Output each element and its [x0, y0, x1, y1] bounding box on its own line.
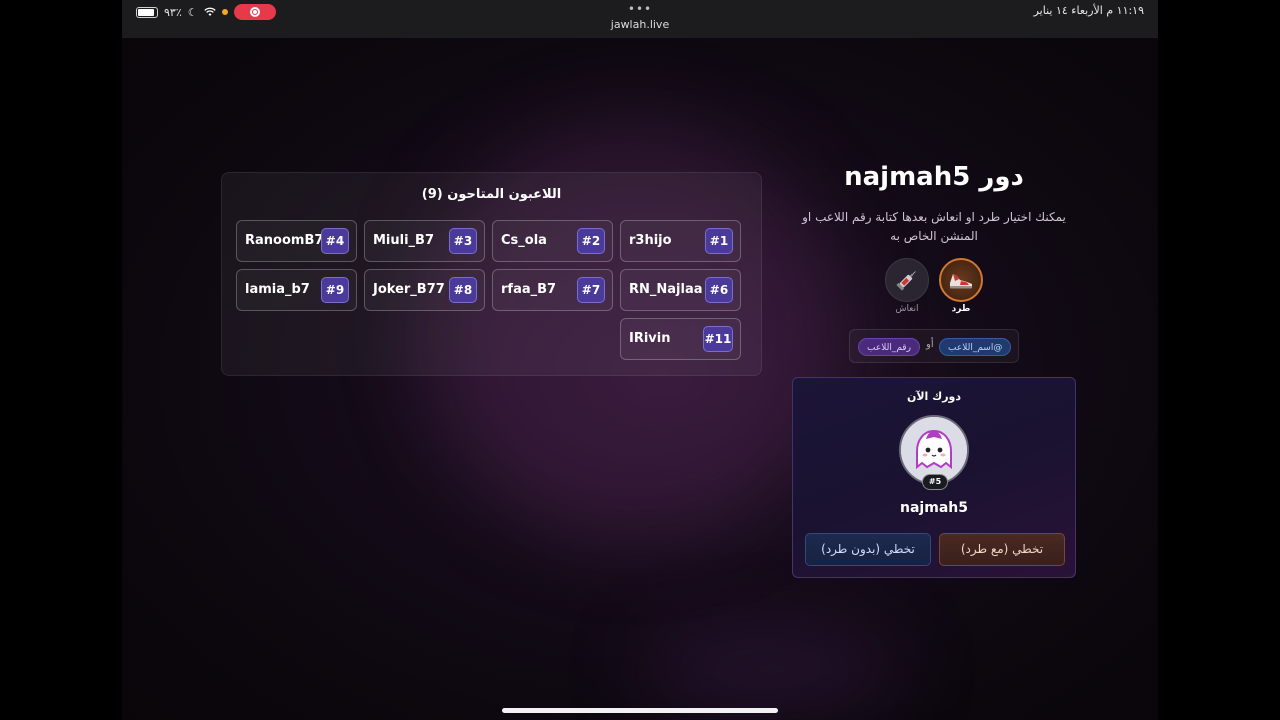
- player-card[interactable]: r3hijo #1: [620, 220, 741, 262]
- player-number-badge: #6: [705, 277, 733, 303]
- players-title: اللاعبون المتاحون (9): [421, 187, 562, 202]
- mention-chip: @اسم_اللاعب: [939, 338, 1012, 356]
- your-turn-title: دورك الآن: [906, 390, 962, 403]
- player-name: Cs_ola: [501, 233, 547, 248]
- turn-instructions: يمكنك اختيار طرد او انعاش بعدها كتابة رق…: [802, 210, 1066, 243]
- player-number-badge: #4: [321, 228, 349, 254]
- player-name: rfaa_B7: [501, 282, 557, 297]
- player-name: RN_Najlaa: [629, 282, 703, 297]
- syringe-icon: [896, 271, 916, 291]
- status-bar: ٩٣٪ ☾ ••• jawlah.live ١١:١٩ م الأربعاء ١…: [122, 0, 1158, 38]
- player-name: Joker_B77: [373, 282, 445, 297]
- player-number-badge: #11: [703, 326, 733, 352]
- player-name: r3hijo: [629, 233, 672, 248]
- player-name: Miuli_B7: [373, 233, 435, 248]
- player-number-badge: #3: [449, 228, 477, 254]
- player-number-badge: #1: [705, 228, 733, 254]
- sneaker-icon: [950, 274, 972, 289]
- datetime: ١١:١٩ م الأربعاء ١٤ يناير: [1033, 4, 1144, 17]
- player-number-badge: #5: [922, 474, 948, 490]
- more-options-icon[interactable]: •••: [122, 3, 1158, 15]
- player-card[interactable]: RN_Najlaa #6: [620, 269, 741, 311]
- player-card[interactable]: Miuli_B7 #3: [364, 220, 485, 262]
- number-chip: رقم_اللاعب: [858, 338, 920, 356]
- input-hint-box: @اسم_اللاعب أو رقم_اللاعب: [849, 329, 1019, 363]
- player-number-badge: #7: [577, 277, 605, 303]
- player-number-badge: #2: [577, 228, 605, 254]
- current-player-name: najmah5: [900, 500, 968, 516]
- player-name: IRivin: [629, 331, 671, 346]
- player-card[interactable]: Cs_ola #2: [492, 220, 613, 262]
- skip-without-kick-button[interactable]: تخطي (بدون طرد): [805, 533, 931, 566]
- current-turn-card: دورك الآن #5 najmah5 تخطي (مع طرد) تخطي …: [792, 377, 1076, 578]
- kick-label: طرد: [951, 304, 971, 314]
- player-card[interactable]: RanoomB7 #4: [236, 220, 357, 262]
- player-card[interactable]: lamia_b7 #9: [236, 269, 357, 311]
- player-name: lamia_b7: [245, 282, 310, 297]
- revive-button[interactable]: [885, 258, 929, 302]
- player-card[interactable]: IRivin #11: [620, 318, 741, 360]
- skip-with-kick-button[interactable]: تخطي (مع طرد): [939, 533, 1065, 566]
- revive-label: انعاش: [895, 304, 919, 314]
- available-players-panel: اللاعبون المتاحون (9) r3hijo #1 Cs_ola #…: [221, 172, 762, 376]
- kick-button[interactable]: [939, 258, 983, 302]
- url-label[interactable]: jawlah.live: [122, 18, 1158, 31]
- turn-title: دور najmah5: [844, 162, 1024, 192]
- player-number-badge: #9: [321, 277, 349, 303]
- or-text: أو: [926, 339, 934, 350]
- player-card[interactable]: rfaa_B7 #7: [492, 269, 613, 311]
- background-blur-bottom: [642, 640, 902, 700]
- home-indicator[interactable]: [502, 708, 778, 713]
- player-number-badge: #8: [449, 277, 477, 303]
- player-card[interactable]: Joker_B77 #8: [364, 269, 485, 311]
- player-name: RanoomB7: [245, 233, 324, 248]
